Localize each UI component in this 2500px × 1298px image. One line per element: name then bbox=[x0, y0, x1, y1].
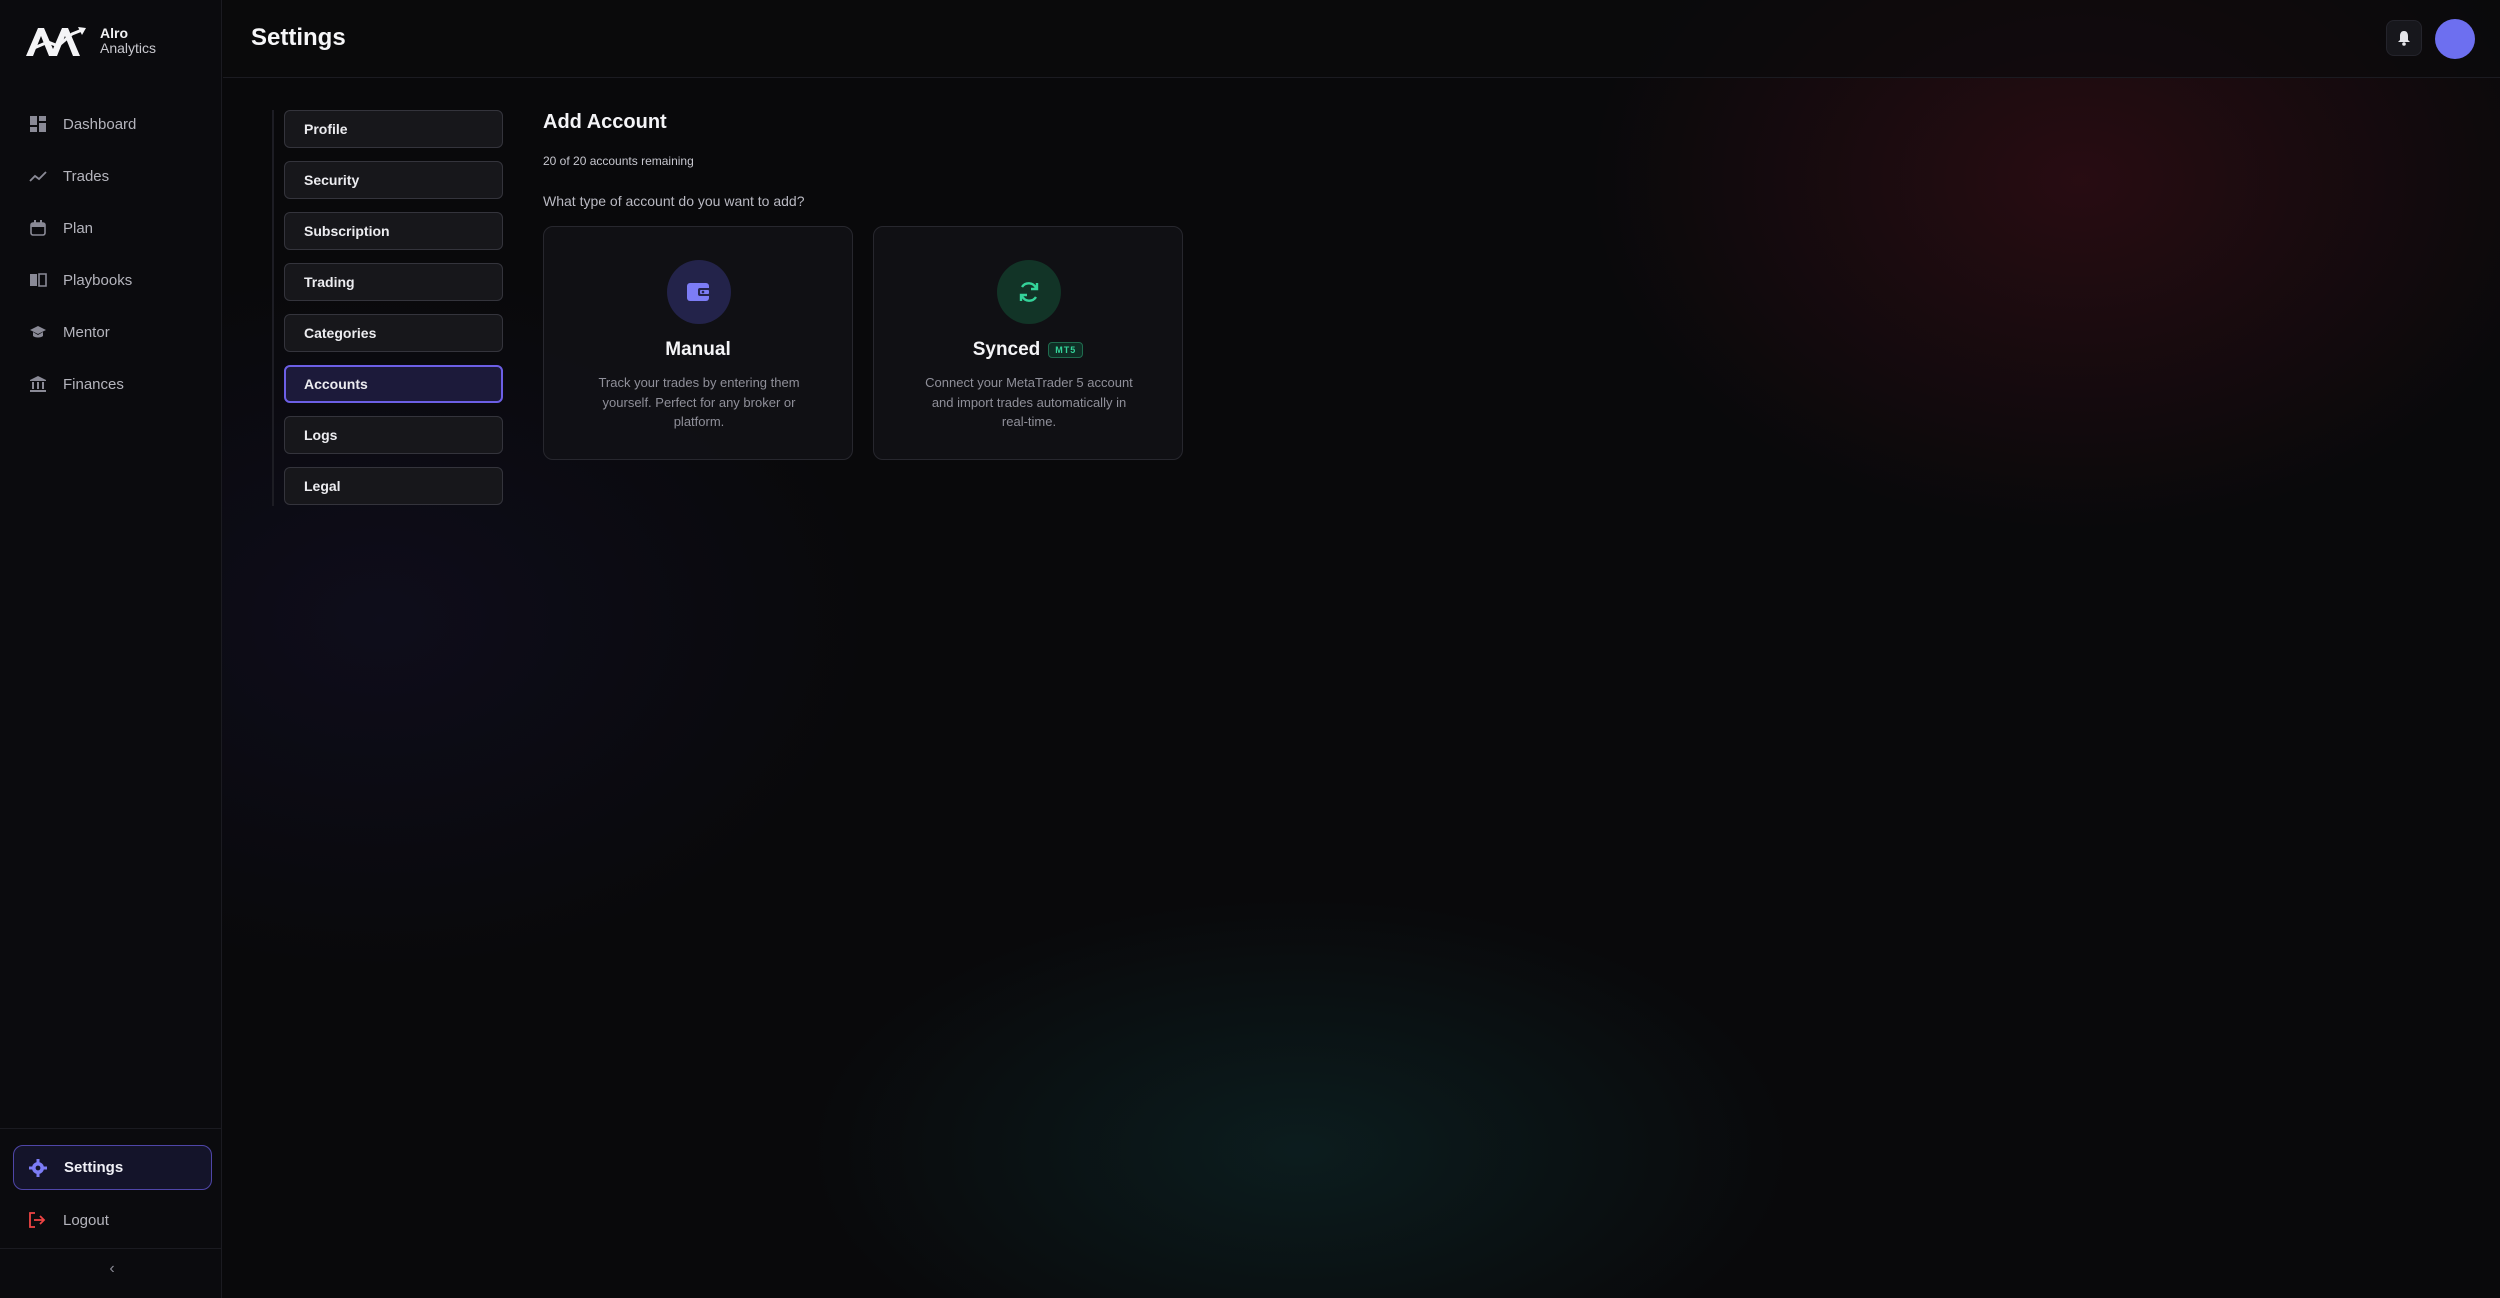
tab-legal[interactable]: Legal bbox=[284, 467, 503, 505]
logout-button[interactable]: Logout bbox=[13, 1200, 212, 1240]
sidebar-item-dashboard[interactable]: Dashboard bbox=[16, 104, 212, 144]
calendar-icon bbox=[28, 218, 48, 238]
wallet-icon bbox=[667, 260, 731, 324]
logout-icon bbox=[28, 1210, 48, 1230]
tab-label: Security bbox=[304, 172, 360, 188]
grid-icon bbox=[28, 114, 48, 134]
app-logo[interactable]: Alro Analytics bbox=[24, 24, 156, 58]
manual-account-card[interactable]: Manual Track your trades by entering the… bbox=[543, 226, 853, 460]
sidebar-item-label: Finances bbox=[63, 375, 124, 393]
page-title: Settings bbox=[251, 24, 346, 51]
sidebar-item-mentor[interactable]: Mentor bbox=[16, 312, 212, 352]
tab-label: Subscription bbox=[304, 223, 390, 239]
divider bbox=[0, 1128, 222, 1129]
sidebar-item-label: Dashboard bbox=[63, 115, 137, 133]
card-title: Synced bbox=[972, 339, 1041, 360]
sidebar: Alro Analytics Dashboard Trades Plan Pla… bbox=[0, 0, 222, 1298]
sidebar-item-label: Mentor bbox=[63, 323, 110, 341]
sidebar-item-trades[interactable]: Trades bbox=[16, 156, 212, 196]
tab-categories[interactable]: Categories bbox=[284, 314, 503, 352]
accounts-remaining: 20 of 20 accounts remaining bbox=[543, 154, 694, 168]
graduation-cap-icon bbox=[28, 322, 48, 342]
book-icon bbox=[28, 270, 48, 290]
logo-subname: Analytics bbox=[100, 40, 157, 56]
logout-label: Logout bbox=[63, 1211, 109, 1229]
tab-label: Trading bbox=[304, 274, 355, 290]
tab-label: Profile bbox=[304, 121, 348, 137]
sidebar-item-label: Plan bbox=[63, 219, 94, 237]
sidebar-nav: Dashboard Trades Plan Playbooks Mentor F… bbox=[16, 104, 212, 416]
section-title: Add Account bbox=[543, 111, 667, 133]
synced-account-card[interactable]: Synced MT5 Connect your MetaTrader 5 acc… bbox=[873, 226, 1183, 460]
sidebar-item-label: Playbooks bbox=[63, 271, 133, 289]
tab-trading[interactable]: Trading bbox=[284, 263, 503, 301]
logo-name: Alro bbox=[100, 25, 128, 41]
trend-line-icon bbox=[28, 166, 48, 186]
collapse-sidebar-button[interactable]: ‹ bbox=[100, 1257, 124, 1281]
tab-subscription[interactable]: Subscription bbox=[284, 212, 503, 250]
tab-label: Logs bbox=[304, 427, 338, 443]
sidebar-item-label: Settings bbox=[64, 1159, 124, 1176]
mt5-badge: MT5 bbox=[1048, 342, 1084, 358]
tab-label: Accounts bbox=[304, 376, 368, 392]
sidebar-item-label: Trades bbox=[63, 167, 110, 185]
bell-icon bbox=[2398, 31, 2410, 46]
card-title: Manual bbox=[665, 339, 731, 360]
tab-accounts[interactable]: Accounts bbox=[284, 365, 503, 403]
sidebar-item-settings[interactable]: Settings bbox=[13, 1145, 212, 1190]
logo-mark-icon bbox=[26, 27, 86, 56]
tab-profile[interactable]: Profile bbox=[284, 110, 503, 148]
tab-security[interactable]: Security bbox=[284, 161, 503, 199]
gear-icon bbox=[29, 1158, 49, 1178]
tab-label: Legal bbox=[304, 478, 341, 494]
sidebar-item-finances[interactable]: Finances bbox=[16, 364, 212, 404]
account-type-question: What type of account do you want to add? bbox=[543, 193, 805, 209]
bank-icon bbox=[28, 374, 48, 394]
chevron-left-icon: ‹ bbox=[109, 1260, 115, 1277]
sync-icon bbox=[997, 260, 1061, 324]
top-header: Settings bbox=[223, 0, 2500, 78]
tabs-divider bbox=[272, 110, 274, 506]
tab-logs[interactable]: Logs bbox=[284, 416, 503, 454]
tab-label: Categories bbox=[304, 325, 377, 341]
card-description: Connect your MetaTrader 5 account and im… bbox=[925, 375, 1133, 429]
sidebar-item-playbooks[interactable]: Playbooks bbox=[16, 260, 212, 300]
card-description: Track your trades by entering them yours… bbox=[598, 375, 800, 429]
divider bbox=[0, 1248, 222, 1249]
sidebar-item-plan[interactable]: Plan bbox=[16, 208, 212, 248]
notifications-button[interactable] bbox=[2386, 20, 2422, 56]
avatar[interactable] bbox=[2435, 19, 2475, 59]
